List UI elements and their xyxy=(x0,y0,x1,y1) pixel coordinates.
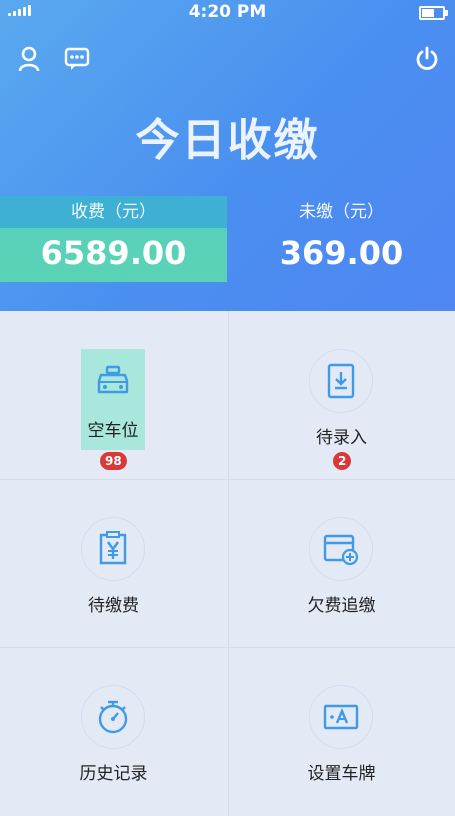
unpaid-label: 未缴（元） xyxy=(299,202,384,222)
yuan-bill-icon xyxy=(81,517,145,581)
unpaid-value: 369.00 xyxy=(279,234,404,272)
paid-label: 收费（元） xyxy=(71,202,156,222)
menu-item-empty-spots[interactable]: 空车位 98 xyxy=(0,311,227,479)
menu-label: 设置车牌 xyxy=(307,764,376,784)
header-panel: 4:20 PM 今日收缴 收费（元） 6589.00 未缴（元） 369.00 xyxy=(0,0,455,311)
paid-value: 6589.00 xyxy=(40,234,187,272)
page-title: 今日收缴 xyxy=(135,115,320,166)
license-plate-icon xyxy=(309,685,373,749)
menu-label: 待缴费 xyxy=(88,596,139,616)
status-bar: 4:20 PM xyxy=(0,0,455,26)
pending-entry-badge: 2 xyxy=(333,452,352,470)
menu-item-history[interactable]: 历史记录 xyxy=(0,647,227,815)
stopwatch-icon xyxy=(81,685,145,749)
message-icon[interactable] xyxy=(62,44,92,74)
card-plus-icon xyxy=(309,517,373,581)
menu-label: 待录入 xyxy=(316,428,367,448)
menu-item-set-plate[interactable]: 设置车牌 xyxy=(228,647,455,815)
car-icon xyxy=(81,349,145,413)
menu-label: 欠费追缴 xyxy=(307,596,376,616)
menu-item-pending-entry[interactable]: 待录入 2 xyxy=(228,311,455,479)
power-icon[interactable] xyxy=(411,43,443,75)
app-screen: 4:20 PM 今日收缴 收费（元） 6589.00 未缴（元） 369.00 … xyxy=(0,0,455,816)
menu-item-arrears[interactable]: 欠费追缴 xyxy=(228,479,455,647)
empty-spots-badge: 98 xyxy=(100,452,127,470)
paid-summary: 收费（元） 6589.00 xyxy=(0,196,227,282)
menu-label: 空车位 xyxy=(81,412,145,450)
tablet-download-icon xyxy=(309,349,373,413)
user-icon[interactable] xyxy=(14,44,44,74)
menu-item-pending-payment[interactable]: 待缴费 xyxy=(0,479,227,647)
battery-icon xyxy=(419,6,448,20)
menu-label: 历史记录 xyxy=(79,764,148,784)
status-time: 4:20 PM xyxy=(188,2,267,22)
unpaid-summary: 未缴（元） 369.00 xyxy=(228,196,455,282)
